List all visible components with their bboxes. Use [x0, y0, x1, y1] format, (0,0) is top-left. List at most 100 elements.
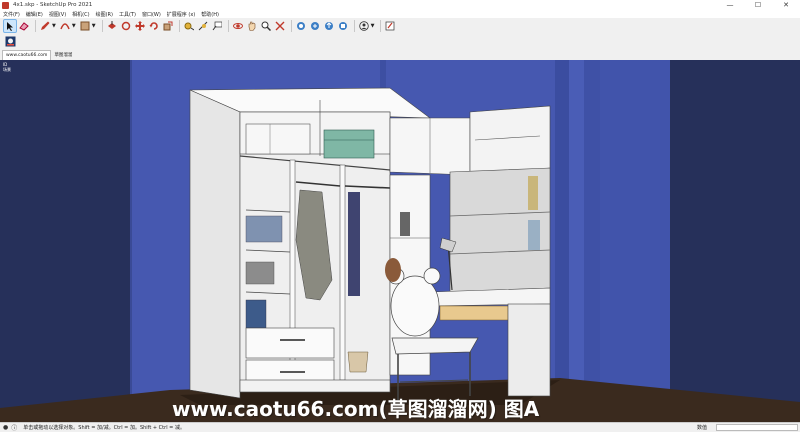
toolbar-separator [380, 20, 382, 32]
extension-manager-icon [338, 22, 347, 30]
chevron-down-icon[interactable]: ▼ [52, 23, 56, 29]
follow-me-tool-button[interactable] [120, 20, 132, 32]
window-title: 4x1.skp - SketchUp Pro 2021 [13, 2, 93, 8]
text-label-icon [212, 21, 222, 31]
folded-clothes [245, 299, 267, 329]
line-tool-button[interactable] [39, 20, 51, 32]
scale-icon [163, 21, 173, 31]
main-toolbar: ▼ ▼ ▼ ▼ [0, 18, 800, 34]
menu-window[interactable]: 窗口(W) [142, 11, 161, 18]
storage-box-green [323, 129, 375, 159]
user-icon [358, 21, 369, 31]
model-scene [0, 60, 800, 422]
minimize-button[interactable]: — [716, 0, 744, 10]
teddy-bear [385, 258, 401, 282]
move-tool-button[interactable] [134, 20, 146, 32]
wardrobe-divider [339, 164, 346, 381]
toolbar-separator [101, 20, 103, 32]
chevron-down-icon[interactable]: ▼ [371, 23, 375, 29]
books [528, 220, 540, 250]
wall-panel [584, 60, 600, 422]
wall-panel [130, 60, 132, 422]
extension-warehouse-button[interactable] [309, 20, 321, 32]
text-tool-button[interactable] [211, 20, 223, 32]
warehouse-button[interactable] [295, 20, 307, 32]
extension-warehouse-icon [310, 22, 319, 30]
folded-clothes [245, 215, 283, 243]
desk-leg [507, 303, 551, 397]
right-wall [670, 60, 800, 422]
watermark-text: www.caotu66.com(草图溜溜网) 图A [172, 397, 540, 421]
menu-camera[interactable]: 相机(C) [72, 11, 89, 18]
model-viewport[interactable]: ID 场景 [0, 60, 800, 422]
send-to-layout-icon [386, 21, 395, 31]
zoom-tool-button[interactable] [260, 20, 272, 32]
tab-scene-2[interactable]: 草图溜溜 [51, 50, 75, 60]
share-model-button[interactable] [323, 20, 335, 32]
chevron-down-icon[interactable]: ▼ [92, 23, 96, 29]
rotate-tool-button[interactable] [148, 20, 160, 32]
measurements-label: 数值 [697, 425, 708, 431]
menu-view[interactable]: 视图(V) [49, 11, 66, 18]
tape-measure-icon [184, 22, 194, 31]
wardrobe-base [239, 379, 391, 393]
dimension-tool-button[interactable] [197, 20, 209, 32]
select-tool-button[interactable] [3, 19, 17, 33]
folded-clothes [245, 261, 275, 285]
wardrobe-left-side [189, 89, 241, 399]
handbag [347, 351, 369, 373]
plugin-icon [5, 36, 15, 46]
menu-edit[interactable]: 编辑(E) [26, 11, 43, 18]
wall-panel [600, 60, 670, 422]
status-message: 单击或拖动以选择对象。Shift = 加/减。Ctrl = 加。Shift + … [23, 425, 185, 431]
push-pull-tool-button[interactable] [106, 20, 118, 32]
measurements-input[interactable] [716, 424, 798, 431]
extension-manager-button[interactable] [337, 20, 349, 32]
upper-cabinet-right [469, 105, 551, 176]
pencil-icon [41, 21, 50, 30]
zoom-extents-icon [275, 21, 285, 31]
sketchup-app-icon [2, 1, 9, 9]
scale-tool-button[interactable] [162, 20, 174, 32]
secondary-toolbar [0, 34, 800, 48]
menu-extensions[interactable]: 扩展程序 (x) [167, 11, 195, 18]
menu-bar: 文件(F) 编辑(E) 视图(V) 相机(C) 绘图(R) 工具(T) 窗口(W… [0, 10, 800, 18]
window-controls: — ☐ ✕ [716, 0, 800, 10]
dimension-icon [198, 21, 207, 31]
menu-help[interactable]: 帮助(H) [201, 11, 219, 18]
pan-tool-button[interactable] [246, 20, 258, 32]
scene-tabs: www.caotu66.com 草图溜溜 [0, 48, 800, 60]
geolocation-icon[interactable]: ● [3, 424, 8, 431]
move-icon [134, 21, 145, 31]
toolbar-separator [35, 20, 36, 32]
menu-file[interactable]: 文件(F) [3, 11, 20, 18]
title-bar: 4x1.skp - SketchUp Pro 2021 — ☐ ✕ [0, 0, 800, 10]
arc-tool-button[interactable] [59, 20, 71, 32]
layout-button[interactable] [384, 20, 396, 32]
toolbar-separator [290, 20, 292, 32]
wardrobe-drawer [245, 327, 335, 359]
eraser-icon [19, 21, 29, 31]
arrow-cursor-icon [7, 21, 13, 31]
share-model-icon [324, 22, 333, 30]
wall-panel [569, 60, 584, 422]
viewport-label: 场景 [3, 67, 11, 72]
orbit-tool-button[interactable] [232, 20, 244, 32]
info-icon[interactable]: ⓘ [11, 423, 17, 432]
eraser-tool-button[interactable] [18, 20, 30, 32]
menu-draw[interactable]: 绘图(R) [96, 11, 113, 18]
zoom-extents-button[interactable] [274, 20, 286, 32]
chevron-down-icon[interactable]: ▼ [72, 23, 76, 29]
shape-tool-button[interactable] [79, 20, 91, 32]
tape-measure-tool-button[interactable] [183, 20, 195, 32]
menu-tools[interactable]: 工具(T) [119, 11, 136, 18]
hanging-trousers [348, 192, 360, 296]
maximize-button[interactable]: ☐ [744, 0, 772, 10]
close-button[interactable]: ✕ [772, 0, 800, 10]
tab-scene-1[interactable]: www.caotu66.com [2, 50, 52, 60]
account-button[interactable] [358, 20, 370, 32]
chair-back [390, 275, 440, 337]
push-pull-icon [107, 21, 116, 29]
plugin-button[interactable] [4, 35, 16, 47]
status-bar: ● ⓘ 单击或拖动以选择对象。Shift = 加/减。Ctrl = 加。Shif… [0, 422, 800, 432]
